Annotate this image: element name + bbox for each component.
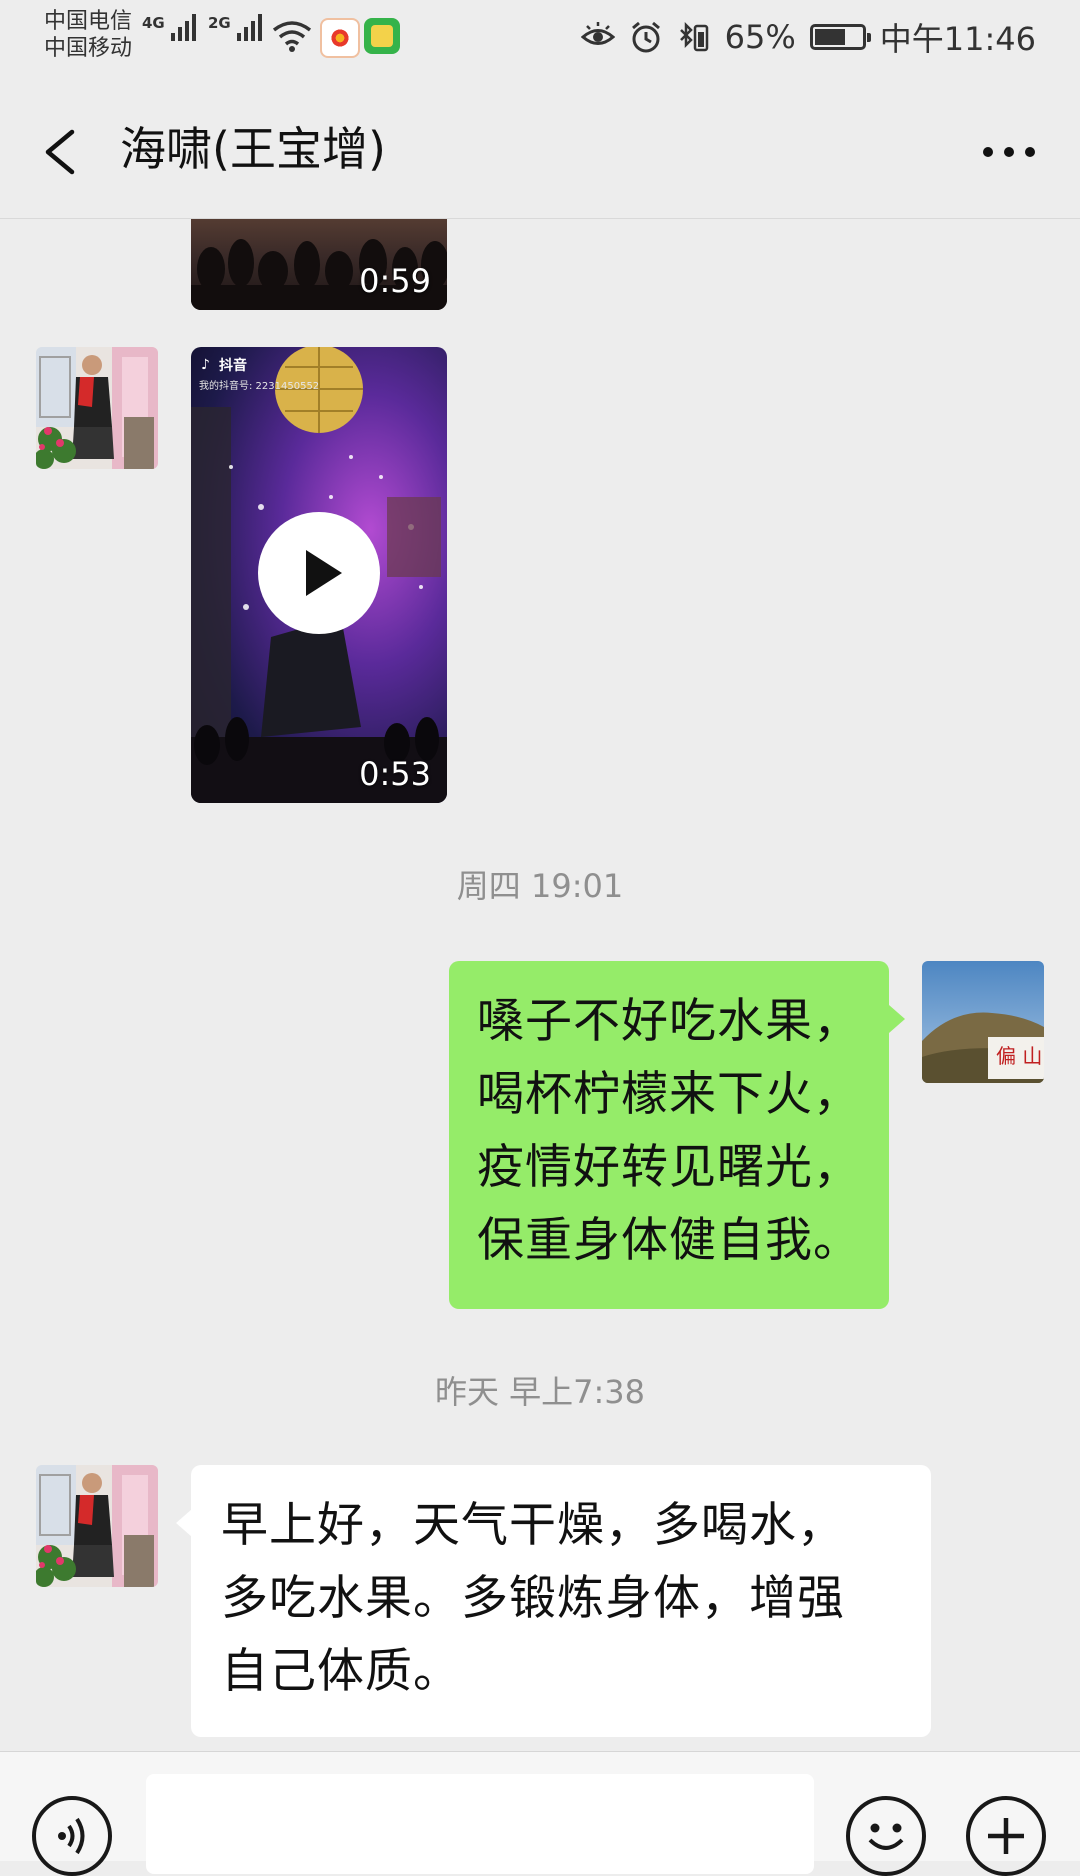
video-duration: 0:59 [359,262,431,300]
outgoing-message-bubble[interactable]: 嗓子不好吃水果， 喝杯柠檬来下火， 疫情好转见曙光， 保重身体健自我。 [449,961,889,1309]
plus-icon[interactable] [966,1796,1046,1876]
alarm-icon [631,21,660,53]
my-avatar-image: 偏 山 [922,961,1044,1083]
contact-avatar-image [36,1465,158,1587]
battery-level-fill [814,29,845,45]
status-right: 65% 中午11:46 [580,14,1036,60]
bluetooth-battery-icon [679,21,708,52]
message-list[interactable]: 0:59 ♪ 抖音 我的抖音号: 2231450552 0:53 周四 19:0… [0,219,1080,1751]
message-line: 多吃水果。多锻炼身体，增强 [221,1571,845,1626]
carrier-2: 中国移动 [44,36,133,61]
status-bar: 中国电信 中国移动 4G 2G 65% 中午11:46 [0,0,1080,86]
play-icon[interactable] [258,512,380,634]
message-input[interactable] [146,1774,814,1874]
input-bar [0,1751,1080,1876]
svg-text:♪: ♪ [201,357,210,373]
bubble-tail [176,1509,192,1537]
timestamp: 周四 19:01 [456,867,624,905]
battery-percent: 65% [724,18,796,56]
wifi-icon [272,21,312,52]
clock: 中午11:46 [879,20,1036,58]
message-line: 疫情好转见曙光， [477,1140,861,1195]
smiley-glyph [868,1823,904,1850]
incoming-message-bubble[interactable]: 早上好，天气干燥，多喝水， 多吃水果。多锻炼身体，增强 自己体质。 [191,1465,931,1737]
video-brand-label: 抖音 [219,358,247,374]
carrier-labels: 中国电信 中国移动 [44,8,132,62]
contact-avatar-image [36,347,158,469]
video-message[interactable]: ♪ 抖音 我的抖音号: 2231450552 0:53 [191,347,447,803]
avatar[interactable]: 偏 山 [922,961,1044,1083]
message-line: 早上好，天气干燥，多喝水， [221,1498,845,1553]
message-line: 嗓子不好吃水果， [477,994,861,1049]
svg-text:偏 山: 偏 山 [996,1044,1042,1068]
avatar[interactable] [36,347,158,469]
eye-icon [580,22,615,45]
voice-icon[interactable] [32,1796,112,1876]
video-account-id: 我的抖音号: 2231450552 [199,381,320,392]
video-message[interactable]: 0:59 [191,219,447,310]
notification-app-icon [320,18,360,58]
network-type-1: 4G [142,14,165,32]
chat-title: 海啸(王宝增) [120,122,386,176]
message-line: 喝杯柠檬来下火， [477,1067,861,1122]
signal-icon: 2G [208,14,262,41]
notification-app-icon [364,18,400,54]
timestamp: 昨天 早上7:38 [434,1373,646,1411]
plus-glyph [988,1818,1024,1854]
message-line: 自己体质。 [221,1644,461,1699]
signal-icon: 4G [142,14,196,41]
message-line: 保重身体健自我。 [477,1213,861,1268]
avatar[interactable] [36,1465,158,1587]
voice-wave-glyph [58,1817,85,1855]
emoji-icon[interactable] [846,1796,926,1876]
battery-icon [809,24,871,50]
bubble-tail [889,1005,905,1033]
network-type-2: 2G [208,14,231,32]
ellipsis-icon[interactable] [974,126,1044,178]
chat-header: 海啸(王宝增) [0,86,1080,219]
chevron-left-icon[interactable] [36,120,92,184]
video-duration: 0:53 [359,755,431,793]
carrier-1: 中国电信 [44,9,133,34]
